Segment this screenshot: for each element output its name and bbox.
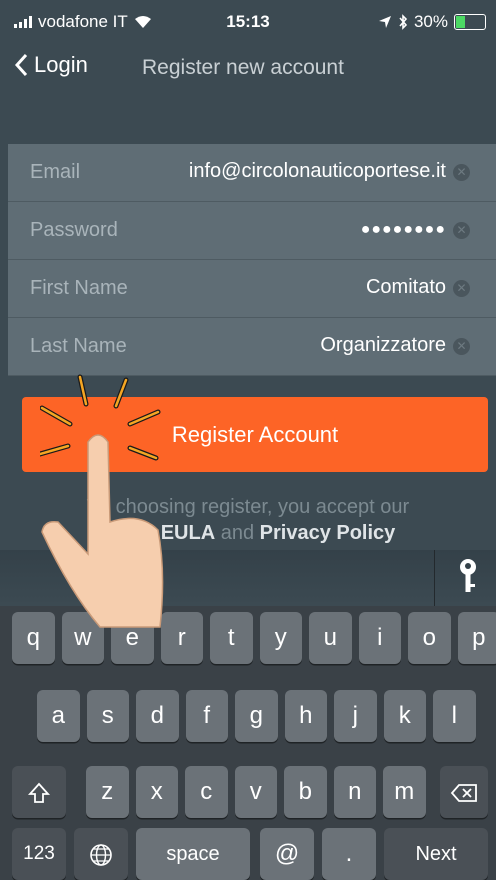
clear-icon[interactable]: ✕ — [453, 222, 470, 239]
dot-key[interactable]: . — [322, 828, 376, 880]
key-t[interactable]: t — [210, 612, 253, 664]
key-p[interactable]: p — [457, 612, 496, 664]
globe-icon — [90, 843, 112, 866]
key-m[interactable]: m — [383, 766, 426, 818]
key-g[interactable]: g — [235, 690, 278, 742]
last-name-field[interactable]: Last Name Organizzatore ✕ — [8, 318, 496, 376]
key-k[interactable]: k — [383, 690, 426, 742]
key-y[interactable]: y — [259, 612, 302, 664]
privacy-policy-link[interactable]: Privacy Policy — [260, 522, 396, 544]
key-o[interactable]: o — [408, 612, 451, 664]
numbers-key[interactable]: 123 — [12, 828, 66, 880]
back-chevron-icon — [14, 53, 28, 77]
status-right: 30% — [378, 12, 486, 32]
battery-icon — [454, 14, 486, 30]
key-u[interactable]: u — [309, 612, 352, 664]
shift-icon — [27, 782, 51, 803]
clear-icon[interactable]: ✕ — [453, 164, 470, 181]
key-f[interactable]: f — [185, 690, 228, 742]
key-s[interactable]: s — [86, 690, 129, 742]
last-name-label: Last Name — [30, 335, 127, 357]
first-name-value[interactable]: Comitato — [366, 276, 446, 299]
key-b[interactable]: b — [284, 766, 327, 818]
key-n[interactable]: n — [333, 766, 376, 818]
last-name-value[interactable]: Organizzatore — [320, 334, 446, 357]
clear-icon[interactable]: ✕ — [453, 338, 470, 355]
key-l[interactable]: l — [433, 690, 476, 742]
location-icon — [378, 16, 391, 28]
next-key[interactable]: Next — [384, 828, 488, 880]
back-button[interactable]: Login — [14, 52, 88, 78]
key-h[interactable]: h — [284, 690, 327, 742]
key-c[interactable]: c — [185, 766, 228, 818]
key-i[interactable]: i — [358, 612, 401, 664]
bluetooth-icon — [399, 14, 408, 30]
key-j[interactable]: j — [334, 690, 377, 742]
email-value[interactable]: info@circolonauticoportese.it — [189, 160, 446, 183]
globe-key[interactable] — [74, 828, 128, 880]
email-field[interactable]: Email info@circolonauticoportese.it ✕ — [8, 144, 496, 202]
battery-percent: 30% — [413, 12, 448, 31]
nav-bar: Login Register new account — [0, 44, 496, 144]
backspace-icon — [450, 783, 477, 802]
backspace-key[interactable] — [440, 766, 488, 818]
key-d[interactable]: d — [136, 690, 179, 742]
first-name-label: First Name — [30, 277, 128, 299]
key-icon[interactable] — [456, 558, 480, 594]
email-label: Email — [30, 161, 81, 183]
legal-and: and — [220, 522, 255, 544]
tap-hand-icon — [40, 374, 164, 628]
password-label: Password — [30, 219, 118, 241]
at-key[interactable]: @ — [260, 828, 314, 880]
key-x[interactable]: x — [135, 766, 178, 818]
keyboard: q w e r t y u i o p a s d f g h j k l z x c v b n m 123 space @. Next — [0, 606, 496, 880]
page-title: Register new account — [142, 56, 344, 79]
key-a[interactable]: a — [37, 690, 80, 742]
key-z[interactable]: z — [86, 766, 129, 818]
key-v[interactable]: v — [234, 766, 277, 818]
space-key[interactable]: space — [136, 828, 250, 880]
status-bar: vodafone IT 15:13 30% — [0, 0, 496, 44]
first-name-field[interactable]: First Name Comitato ✕ — [8, 260, 496, 318]
back-label: Login — [34, 52, 88, 77]
accessory-divider — [434, 550, 435, 606]
clear-icon[interactable]: ✕ — [453, 280, 470, 297]
password-value[interactable]: ●●●●●●●● — [361, 221, 446, 239]
password-field[interactable]: Password ●●●●●●●● ✕ — [8, 202, 496, 260]
shift-key[interactable] — [12, 766, 66, 818]
register-form: Email info@circolonauticoportese.it ✕ Pa… — [8, 144, 496, 376]
